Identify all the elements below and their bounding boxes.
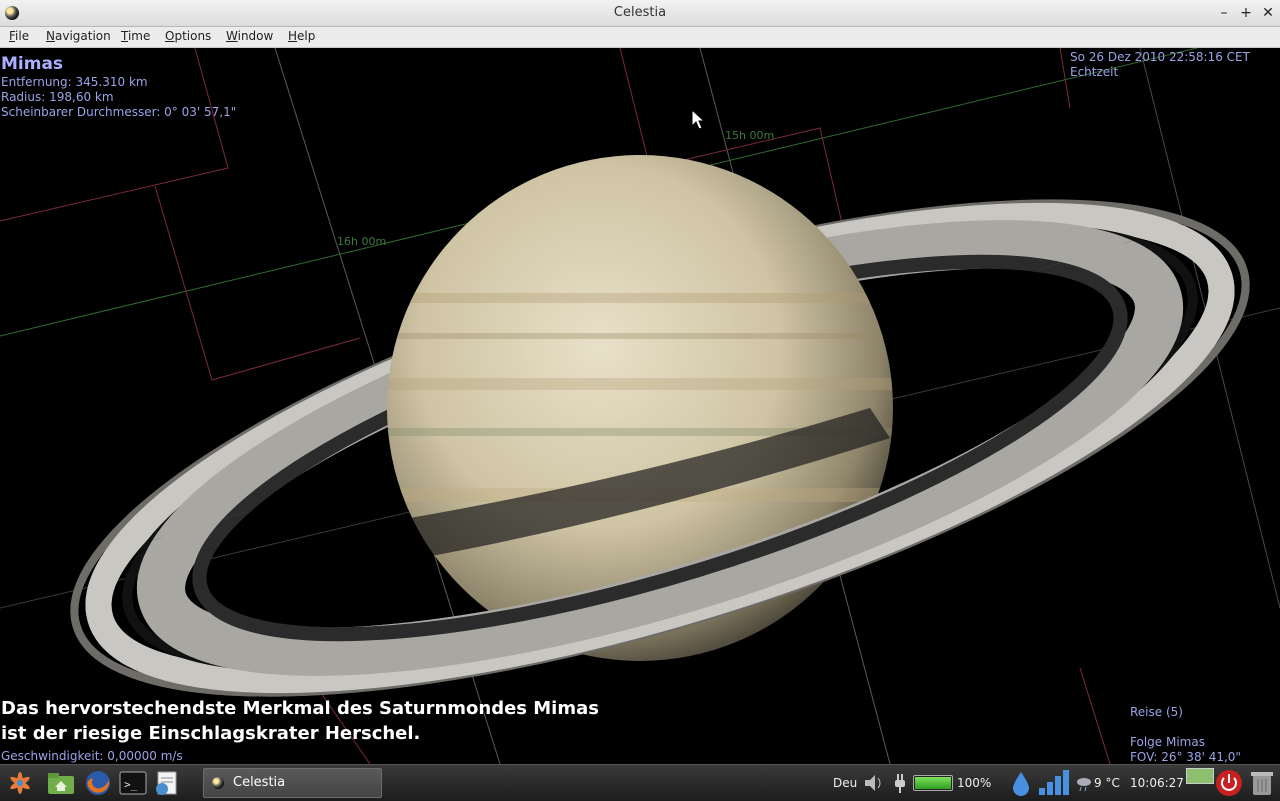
celestia-task-icon	[212, 777, 224, 789]
kde-menu-icon[interactable]	[6, 770, 34, 796]
minimize-button[interactable]: –	[1214, 3, 1234, 23]
follow-status: Folge Mimas	[1130, 735, 1205, 749]
journey-status: Reise (5)	[1130, 705, 1183, 719]
home-folder-icon[interactable]	[47, 770, 75, 796]
grid-label-16h: 16h 00m	[337, 235, 387, 248]
distance-readout: Entfernung: 345.310 km	[1, 75, 148, 89]
svg-text:>_: >_	[124, 778, 138, 791]
grid-label-15h: 15h 00m	[725, 129, 775, 142]
firefox-icon[interactable]	[84, 770, 112, 796]
menu-time[interactable]: Time	[121, 29, 150, 43]
task-celestia[interactable]: Celestia	[203, 768, 382, 798]
caption-line-2: ist der riesige Einschlagskrater Hersche…	[1, 723, 421, 744]
battery-percent: 100%	[957, 776, 992, 790]
maximize-button[interactable]: +	[1236, 3, 1256, 23]
time-mode: Echtzeit	[1070, 65, 1119, 79]
task-label: Celestia	[233, 775, 286, 790]
title-bar[interactable]: Celestia – + ✕	[0, 0, 1280, 27]
desktop-pager-icon[interactable]	[1186, 768, 1214, 784]
menu-options[interactable]: Options	[165, 29, 211, 43]
saturn-scene	[0, 48, 1280, 764]
fov-readout: FOV: 26° 38' 41,0" (1,00×)	[1130, 750, 1241, 764]
trash-icon[interactable]	[1249, 769, 1275, 801]
clock[interactable]: 10:06:27	[1130, 776, 1184, 790]
radius-readout: Radius: 198,60 km	[1, 90, 114, 104]
network-drop-icon[interactable]	[1011, 770, 1031, 800]
volume-icon[interactable]	[862, 772, 886, 798]
battery-level	[915, 777, 951, 789]
apparent-diameter-readout: Scheinbarer Durchmesser: 0° 03' 57,1"	[1, 105, 237, 119]
menu-window[interactable]: Window	[226, 29, 273, 43]
caption-line-1: Das hervorstechendste Merkmal des Saturn…	[1, 698, 599, 719]
keyboard-layout[interactable]: Deu	[833, 776, 857, 790]
weather-temperature: 9 °C	[1094, 776, 1120, 790]
power-plug-icon[interactable]	[893, 772, 907, 798]
speed-readout: Geschwindigkeit: 0,00000 m/s	[1, 749, 183, 763]
taskbar: >_ Celestia Deu 100% 9 °C 10:06:27	[0, 764, 1280, 801]
menu-help[interactable]: Help	[288, 29, 315, 43]
selected-object-name: Mimas	[1, 54, 64, 74]
menu-bar: File Navigation Time Options Window Help	[0, 27, 1280, 48]
simulation-datetime: So 26 Dez 2010 22:58:16 CET	[1070, 50, 1250, 64]
weather-icon[interactable]	[1075, 774, 1093, 796]
mouse-cursor	[691, 108, 706, 130]
terminal-icon[interactable]: >_	[119, 770, 147, 796]
render-viewport[interactable]: Mimas Entfernung: 345.310 km Radius: 198…	[0, 48, 1280, 764]
file-manager-icon[interactable]	[153, 770, 181, 796]
menu-navigation[interactable]: Navigation	[46, 29, 111, 43]
menu-file[interactable]: File	[9, 29, 29, 43]
window-title: Celestia	[613, 5, 667, 20]
signal-strength-icon[interactable]	[1037, 770, 1071, 800]
shutdown-icon[interactable]	[1215, 769, 1243, 801]
close-button[interactable]: ✕	[1258, 3, 1278, 23]
battery-icon[interactable]	[913, 775, 953, 791]
